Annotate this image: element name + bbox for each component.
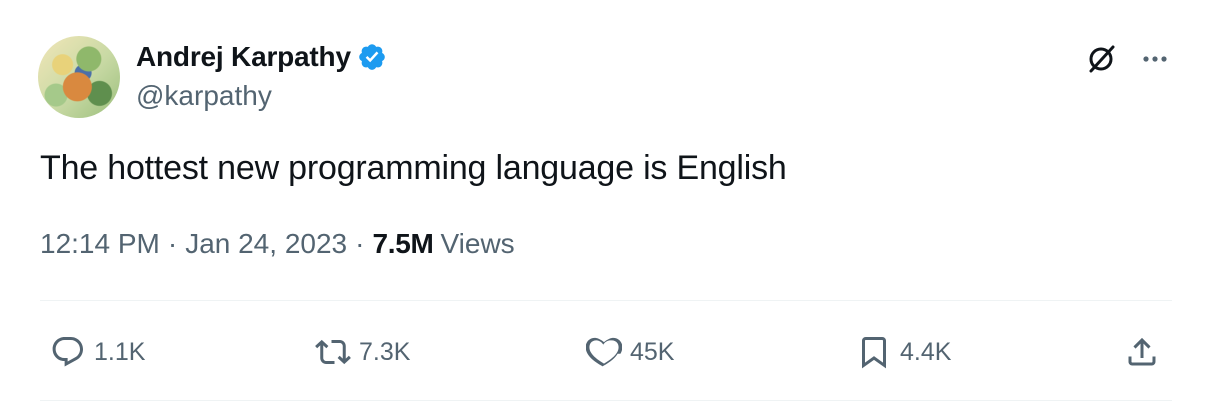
author-display-name[interactable]: Andrej Karpathy bbox=[136, 41, 351, 73]
reply-icon bbox=[52, 337, 83, 367]
verified-badge-icon[interactable] bbox=[357, 42, 387, 72]
more-icon[interactable] bbox=[1138, 42, 1172, 76]
tweet-date[interactable]: Jan 24, 2023 bbox=[185, 228, 347, 260]
like-icon bbox=[586, 337, 622, 367]
meta-separator: · bbox=[167, 228, 178, 259]
author-name-row: Andrej Karpathy bbox=[136, 40, 387, 74]
views-label[interactable]: Views bbox=[441, 228, 515, 260]
retweet-icon bbox=[315, 339, 351, 365]
divider bbox=[40, 300, 1172, 301]
grok-icon[interactable] bbox=[1084, 42, 1118, 76]
views-count[interactable]: 7.5M bbox=[372, 228, 433, 260]
reply-button[interactable]: 1.1K bbox=[50, 330, 145, 374]
tweet-card: Andrej Karpathy @karpathy The hottest ne… bbox=[0, 0, 1206, 410]
bookmark-count: 4.4K bbox=[900, 337, 952, 366]
meta-separator: · bbox=[355, 228, 365, 259]
like-button[interactable]: 45K bbox=[586, 330, 674, 374]
tweet-meta: 12:14 PM · Jan 24, 2023 · 7.5M Views bbox=[40, 228, 515, 260]
author-handle[interactable]: @karpathy bbox=[136, 80, 272, 112]
share-button[interactable] bbox=[1124, 330, 1160, 374]
tweet-time[interactable]: 12:14 PM bbox=[40, 228, 160, 260]
divider bbox=[40, 400, 1172, 401]
share-icon bbox=[1128, 337, 1156, 366]
tweet-text: The hottest new programming language is … bbox=[40, 149, 787, 187]
retweet-count: 7.3K bbox=[359, 337, 411, 366]
retweet-button[interactable]: 7.3K bbox=[315, 330, 410, 374]
avatar[interactable] bbox=[38, 36, 120, 118]
reply-count: 1.1K bbox=[94, 337, 146, 366]
like-count: 45K bbox=[630, 337, 675, 366]
bookmark-icon bbox=[862, 337, 886, 369]
bookmark-button[interactable]: 4.4K bbox=[856, 330, 951, 374]
